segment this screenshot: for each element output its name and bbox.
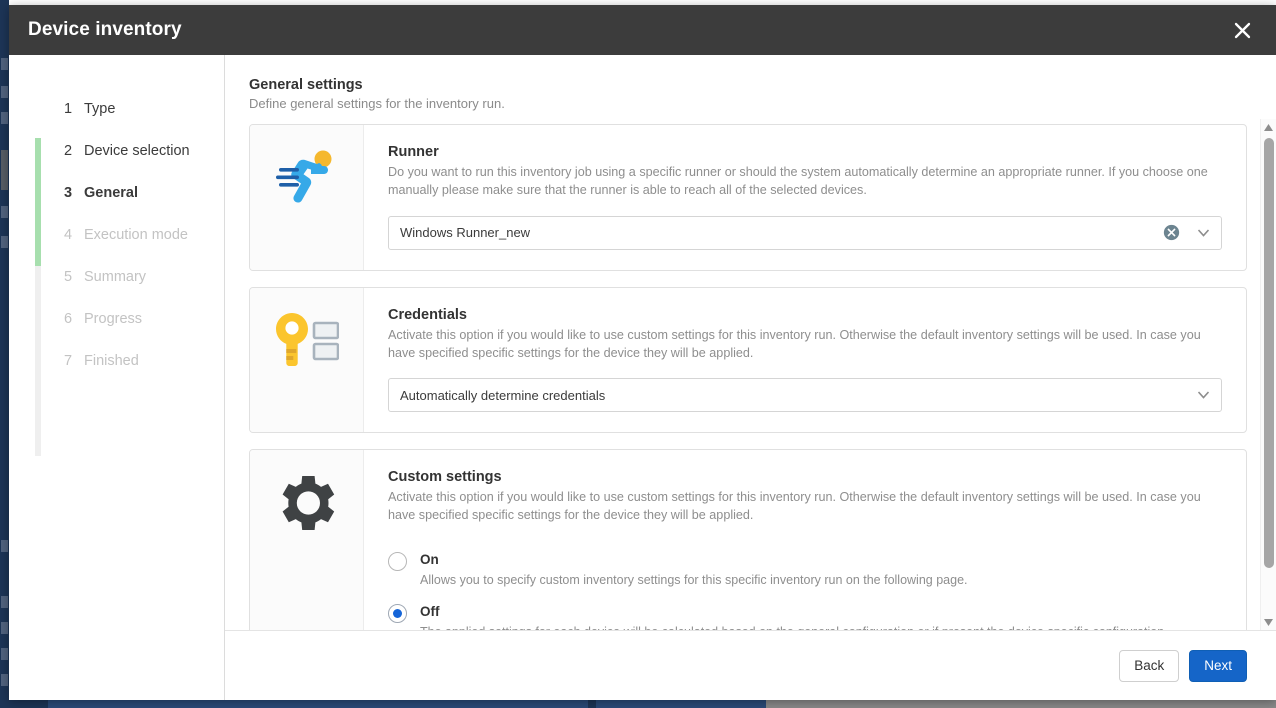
radio-description-off: The applied settings for each device wil… [420, 624, 1168, 630]
credentials-card-description: Activate this option if you would like t… [388, 327, 1201, 360]
custom-settings-card-description: Activate this option if you would like t… [388, 490, 1201, 523]
runner-select-value: Windows Runner_new [400, 225, 531, 240]
credentials-card-body: Credentials Activate this option if you … [364, 288, 1246, 433]
settings-scrollbar[interactable] [1260, 119, 1276, 630]
page-title: General settings [249, 77, 363, 93]
next-button[interactable]: Next [1189, 649, 1247, 682]
step-label: Type [84, 101, 116, 117]
runner-select[interactable]: Windows Runner_new [388, 215, 1222, 250]
radio-option-on[interactable]: On Allows you to specify custom inventor… [388, 551, 1222, 590]
chevron-down-icon[interactable] [1191, 228, 1215, 237]
step-number: 3 [64, 185, 73, 201]
step-label: Summary [84, 269, 147, 285]
custom-settings-card-body: Custom settings Activate this option if … [364, 450, 1246, 630]
sidebar-step-finished: 7 Finished [9, 340, 224, 382]
sidebar-step-general[interactable]: 3 General [9, 172, 224, 214]
step-number: 4 [64, 227, 73, 243]
gear-icon [250, 450, 364, 630]
wizard-main-pane: General settings Define general settings… [225, 55, 1276, 700]
runner-card: Runner Do you want to run this inventory… [249, 124, 1247, 271]
step-label: Execution mode [84, 227, 188, 243]
step-label: General [84, 185, 138, 201]
credentials-select[interactable]: Automatically determine credentials [388, 378, 1222, 412]
radio-option-off[interactable]: Off The applied settings for each device… [388, 603, 1222, 630]
scrollbar-thumb[interactable] [1263, 138, 1274, 568]
runner-icon [250, 125, 364, 270]
sidebar-step-summary: 5 Summary [9, 256, 224, 298]
step-number: 1 [64, 101, 73, 117]
step-number: 2 [64, 143, 73, 159]
back-button[interactable]: Back [1119, 649, 1180, 682]
close-icon[interactable] [1222, 10, 1262, 50]
step-label: Finished [84, 353, 139, 369]
radio-label-on: On [420, 551, 439, 567]
scrollbar-track[interactable] [1261, 135, 1276, 614]
step-label: Device selection [84, 143, 190, 159]
credentials-card: Credentials Activate this option if you … [249, 286, 1247, 433]
sidebar-step-execution-mode: 4 Execution mode [9, 214, 224, 256]
sidebar-step-device-selection[interactable]: 2 Device selection [9, 130, 224, 172]
custom-settings-card: Custom settings Activate this option if … [249, 449, 1247, 630]
page-header: General settings Define general settings… [225, 55, 1276, 119]
chevron-down-icon[interactable] [1191, 391, 1215, 399]
dialog-footer: Back Next [225, 630, 1276, 700]
runner-card-title: Runner [388, 144, 439, 160]
step-number: 6 [64, 311, 73, 327]
step-label: Progress [84, 311, 143, 327]
radio-label-off: Off [420, 604, 440, 619]
device-inventory-dialog: Device inventory 1 Type 2 Device selecti… [9, 5, 1276, 700]
key-credentials-icon [250, 287, 364, 432]
clear-circle-icon[interactable] [1163, 224, 1180, 241]
bg-taskbar-right [766, 700, 1276, 708]
step-number: 7 [64, 353, 73, 369]
scroll-down-arrow-icon[interactable] [1261, 614, 1276, 630]
runner-card-body: Runner Do you want to run this inventory… [364, 125, 1246, 270]
custom-settings-radio-group: On Allows you to specify custom inventor… [388, 551, 1222, 630]
wizard-step-list: 1 Type 2 Device selection 3 General 4 Ex… [9, 88, 224, 382]
settings-scroll-area: Runner Do you want to run this inventory… [225, 119, 1276, 630]
dialog-titlebar: Device inventory [9, 5, 1276, 55]
dialog-title: Device inventory [28, 19, 182, 40]
sidebar-step-progress: 6 Progress [9, 298, 224, 340]
credentials-select-value: Automatically determine credentials [400, 387, 606, 403]
custom-settings-card-title: Custom settings [388, 469, 502, 485]
step-number: 5 [64, 269, 73, 285]
radio-button-on[interactable] [388, 551, 407, 571]
radio-description-on: Allows you to specify custom inventory s… [420, 572, 968, 587]
wizard-sidebar: 1 Type 2 Device selection 3 General 4 Ex… [9, 55, 225, 700]
page-subtitle: Define general settings for the inventor… [249, 96, 505, 111]
radio-button-off[interactable] [388, 604, 407, 623]
bg-left-edge-strip [0, 0, 9, 708]
scroll-up-arrow-icon[interactable] [1261, 119, 1276, 135]
runner-card-description: Do you want to run this inventory job us… [388, 165, 1208, 198]
sidebar-step-type[interactable]: 1 Type [9, 88, 224, 130]
credentials-card-title: Credentials [388, 306, 467, 323]
